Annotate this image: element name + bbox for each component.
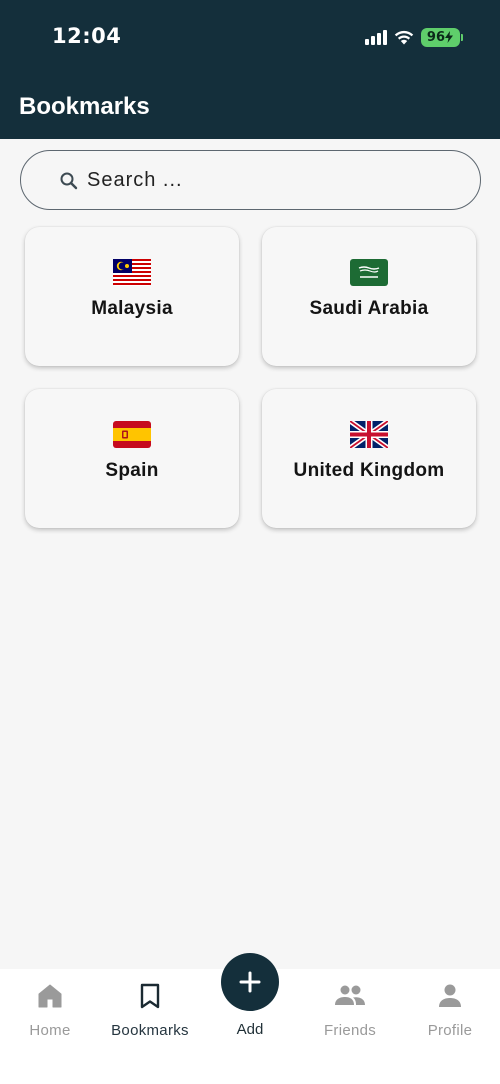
saudi-arabia-flag-icon	[350, 259, 388, 286]
search-icon	[60, 172, 78, 190]
page-title: Bookmarks	[19, 93, 150, 120]
add-button[interactable]	[221, 953, 279, 1011]
nav-item-home[interactable]: Home	[0, 969, 100, 1049]
bookmark-label: Spain	[105, 460, 159, 481]
nav-label-add: Add	[236, 1021, 264, 1038]
status-time: 12:04	[52, 24, 122, 48]
battery-indicator: 96	[420, 27, 464, 47]
battery-level: 96	[426, 29, 445, 45]
search-bar[interactable]	[20, 150, 481, 210]
search-input[interactable]	[87, 161, 457, 199]
nav-label-friends: Friends	[323, 1022, 377, 1039]
nav-item-profile[interactable]: Profile	[400, 969, 500, 1049]
nav-label-profile: Profile	[427, 1022, 473, 1039]
friends-icon	[335, 985, 365, 1005]
bookmark-card-saudi-arabia[interactable]: Saudi Arabia	[262, 227, 476, 366]
profile-icon	[439, 984, 461, 1007]
bookmark-icon	[140, 983, 160, 1009]
cellular-signal-icon	[364, 29, 387, 45]
nav-label-bookmarks: Bookmarks	[111, 1022, 189, 1039]
nav-item-friends[interactable]: Friends	[300, 969, 400, 1049]
home-icon	[38, 984, 62, 1008]
bookmark-label: United Kingdom	[293, 460, 445, 481]
spain-flag-icon	[113, 421, 151, 448]
bookmark-card-spain[interactable]: Spain	[25, 389, 239, 528]
malaysia-flag-icon	[113, 259, 151, 286]
bookmark-card-united-kingdom[interactable]: United Kingdom	[262, 389, 476, 528]
charging-bolt-icon	[445, 31, 453, 43]
plus-icon	[239, 971, 261, 993]
bookmark-label: Malaysia	[91, 298, 173, 319]
bookmark-card-malaysia[interactable]: Malaysia	[25, 227, 239, 366]
app-header: 12:04 96 Bookmarks	[0, 0, 500, 139]
united-kingdom-flag-icon	[350, 421, 388, 448]
nav-item-bookmarks[interactable]: Bookmarks	[100, 969, 200, 1049]
nav-label-home: Home	[29, 1022, 71, 1039]
wifi-icon	[394, 30, 414, 44]
status-indicators: 96	[364, 27, 464, 47]
bookmark-label: Saudi Arabia	[309, 298, 429, 319]
